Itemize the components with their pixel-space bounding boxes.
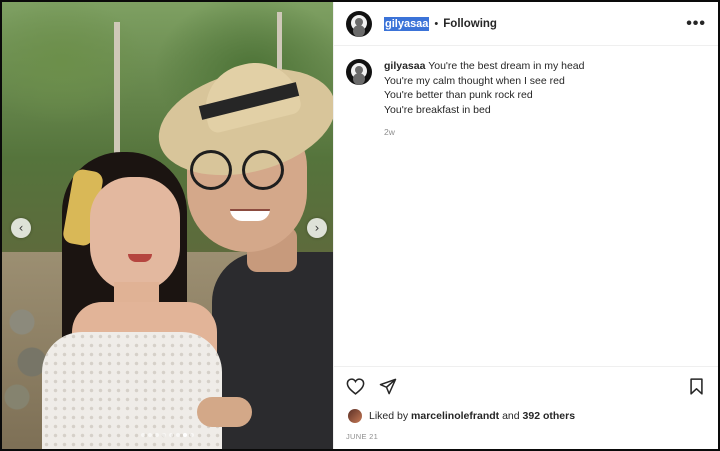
bookmark-icon[interactable] bbox=[689, 378, 704, 395]
caption-line: You're better than punk rock red bbox=[384, 89, 533, 101]
carousel-indicator bbox=[2, 433, 333, 437]
likes-and: and bbox=[502, 410, 520, 422]
avatar[interactable] bbox=[346, 10, 372, 37]
post-photo[interactable]: ‹ › bbox=[2, 2, 333, 449]
carousel-prev-button[interactable]: ‹ bbox=[11, 218, 31, 238]
caption-username[interactable]: gilyasaa bbox=[384, 60, 425, 72]
carousel-dot bbox=[183, 433, 187, 437]
caption-line: You're breakfast in bed bbox=[384, 103, 491, 116]
likes-prefix: Liked by bbox=[369, 410, 409, 422]
caption-line: You're my calm thought when I see red bbox=[384, 74, 565, 87]
following-button[interactable]: Following bbox=[443, 18, 497, 30]
liker-username[interactable]: marcelinolefrandt bbox=[411, 410, 499, 422]
carousel-dot bbox=[155, 433, 159, 437]
carousel-dot bbox=[176, 433, 180, 437]
caption-avatar[interactable] bbox=[346, 59, 372, 85]
carousel-dot bbox=[169, 433, 173, 437]
caption: gilyasaa You're the best dream in my hea… bbox=[334, 46, 718, 366]
likes-count[interactable]: 392 others bbox=[523, 410, 576, 422]
caption-line: gilyasaa You're the best dream in my hea… bbox=[384, 60, 585, 72]
heart-icon[interactable] bbox=[346, 378, 365, 395]
liker-avatar[interactable] bbox=[348, 409, 362, 423]
likes-summary: Liked by marcelinolefrandt and 392 other… bbox=[334, 406, 718, 426]
post-date: JUNE 21 bbox=[346, 432, 379, 441]
separator-dot: • bbox=[434, 17, 439, 30]
more-icon[interactable]: ••• bbox=[686, 15, 706, 33]
carousel-dot bbox=[141, 433, 145, 437]
action-bar bbox=[334, 366, 718, 406]
username-link[interactable]: gilyasaa bbox=[384, 16, 430, 31]
window-frame: ‹ › gilyasaa • Following ••• gilyasaa Yo… bbox=[0, 0, 720, 451]
carousel-dot bbox=[148, 433, 152, 437]
share-icon[interactable] bbox=[379, 378, 397, 395]
post-header: gilyasaa • Following ••• bbox=[334, 2, 718, 46]
carousel-dot bbox=[190, 433, 194, 437]
carousel-dot bbox=[162, 433, 166, 437]
caption-timestamp[interactable]: 2w bbox=[384, 125, 584, 140]
instagram-post: ‹ › gilyasaa • Following ••• gilyasaa Yo… bbox=[2, 2, 718, 449]
post-sidebar: gilyasaa • Following ••• gilyasaa You're… bbox=[333, 2, 718, 449]
carousel-next-button[interactable]: › bbox=[307, 218, 327, 238]
